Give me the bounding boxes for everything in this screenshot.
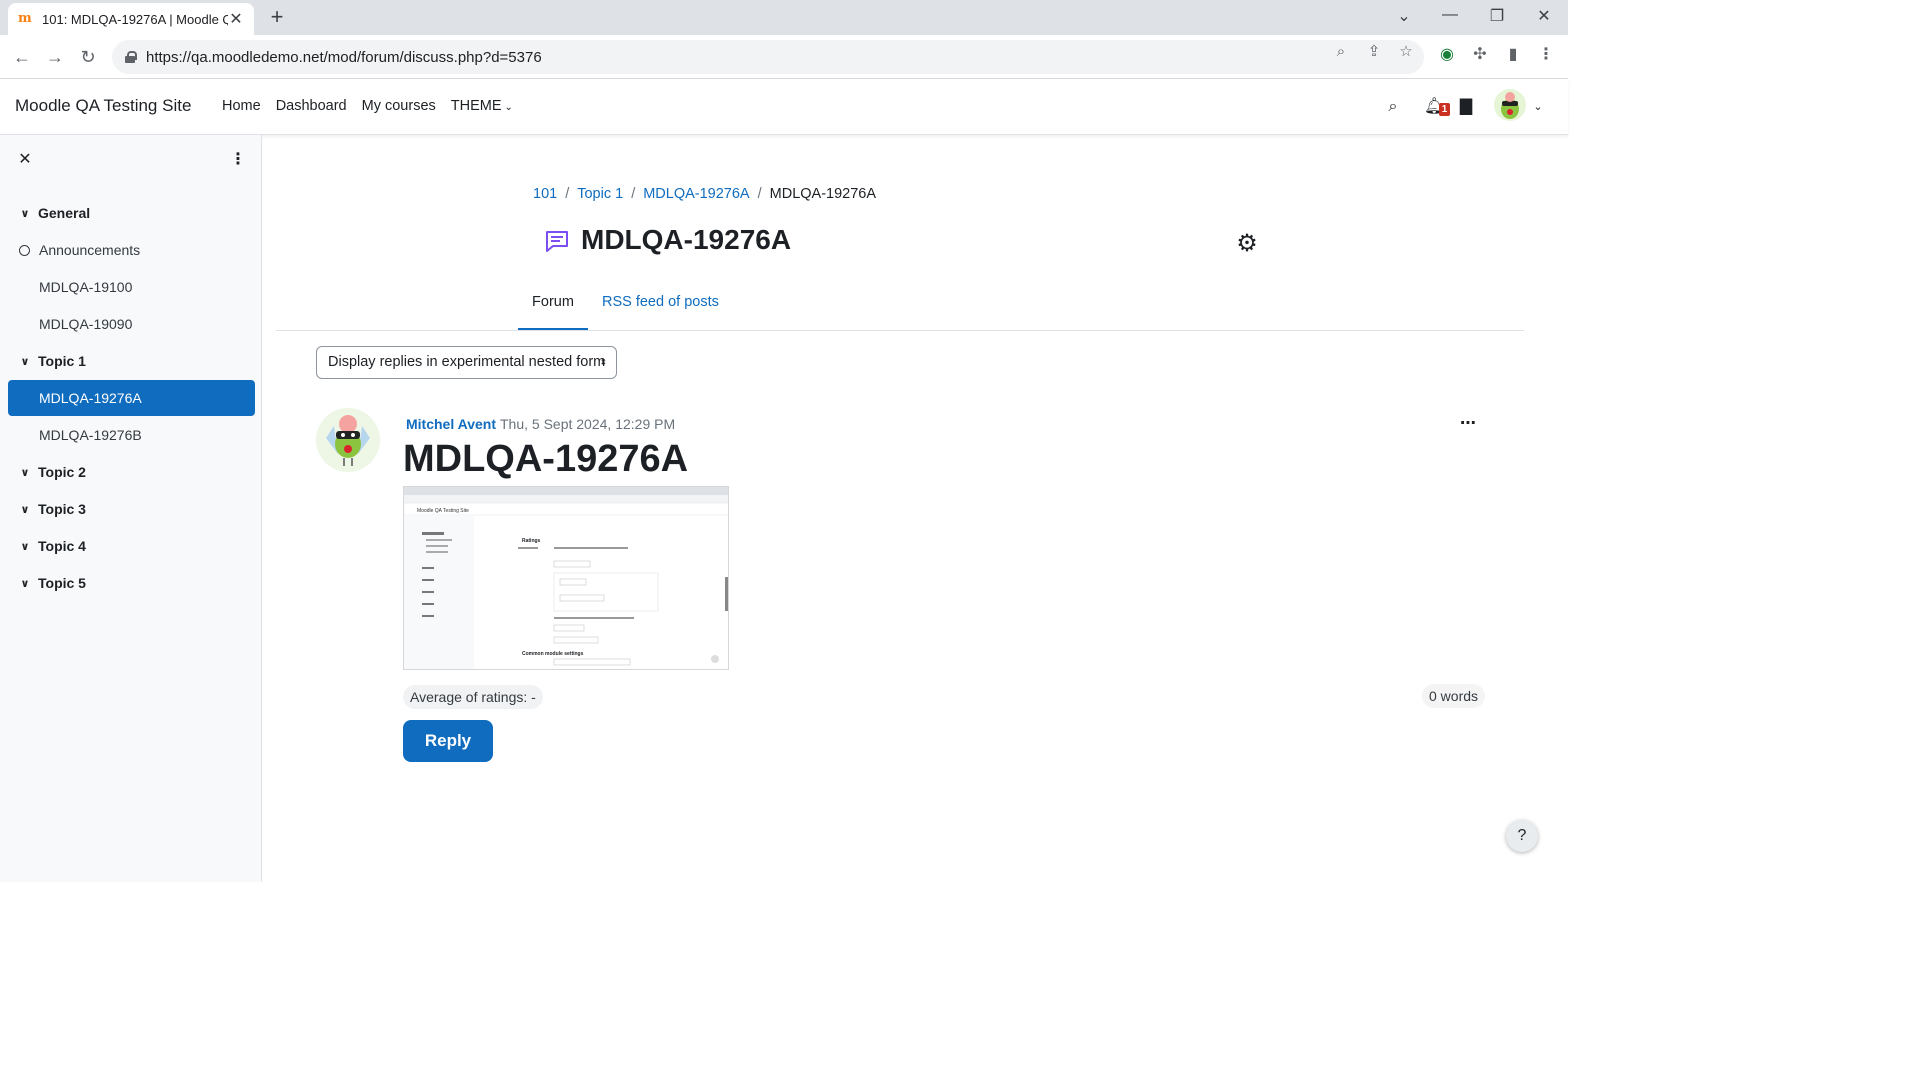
course-section-topic-3[interactable]: ∨ Topic 3 [8,491,255,527]
close-drawer-icon[interactable]: ✕ [17,152,33,168]
display-mode-select[interactable]: Display replies in experimental nested f… [316,346,617,379]
nav-theme-label: THEME [450,98,502,114]
post-author[interactable]: Mitchel Avent [406,416,496,432]
course-section-label: Topic 4 [38,538,86,554]
notification-badge: 1 [1439,103,1450,116]
address-bar[interactable]: https://qa.moodledemo.net/mod/forum/disc… [112,40,1424,74]
course-section-label: Topic 1 [38,353,86,369]
chevron-down-icon[interactable]: ∨ [17,577,33,590]
drawer-options-icon[interactable]: ⋮ [230,152,246,168]
course-item-label: Announcements [39,242,141,258]
select-arrows-icon: ⬍ [599,357,607,367]
moodle-favicon-icon: m [18,11,32,26]
tab-close-icon[interactable]: ✕ [228,9,244,29]
course-item-mdlqa-19276b[interactable]: MDLQA-19276B [8,417,255,453]
chevron-down-icon[interactable]: ∨ [17,466,33,479]
settings-gear-icon[interactable]: ⚙ [1234,231,1260,257]
minimize-window-icon[interactable]: — [1440,6,1460,24]
browser-menu-icon[interactable]: ⋮ [1536,45,1556,65]
extension-shield-icon[interactable]: ◉ [1437,45,1457,65]
nav-home[interactable]: Home [222,98,261,114]
nav-dashboard[interactable]: Dashboard [276,98,347,114]
rating-summary: Average of ratings: - [403,685,543,709]
course-item-mdlqa-19090[interactable]: MDLQA-19090 [8,306,255,342]
breadcrumb-separator: / [757,186,762,202]
breadcrumb-course[interactable]: 101 [533,186,557,202]
new-tab-button[interactable]: + [266,6,288,28]
course-section-topic-1[interactable]: ∨ Topic 1 [8,343,255,379]
screenshot-site-name: Moodle QA Testing Site [417,508,469,514]
course-section-label: Topic 3 [38,501,86,517]
url-text: https://qa.moodledemo.net/mod/forum/disc… [146,48,542,66]
course-section-topic-2[interactable]: ∨ Topic 2 [8,454,255,490]
chevron-down-icon[interactable]: ∨ [17,355,33,368]
tab-search-chevron-icon[interactable]: ⌄ [1394,6,1414,26]
share-icon[interactable]: ⇪ [1365,43,1383,61]
messages-icon[interactable]: ▇ [1456,97,1476,117]
reply-button[interactable]: Reply [403,720,493,762]
display-mode-value: Display replies in experimental nested f… [328,354,606,370]
help-button[interactable]: ? [1506,820,1538,852]
search-icon[interactable]: ⌕ [1383,97,1403,117]
breadcrumb: 101 / Topic 1 / MDLQA-19276A / MDLQA-192… [533,186,876,202]
user-avatar[interactable] [1494,89,1526,121]
course-item-announcements[interactable]: Announcements [8,232,255,268]
post-image-screenshot[interactable]: Moodle QA Testing Site Ratings Common mo… [403,486,729,670]
page-title: MDLQA-19276A [581,224,792,255]
screenshot-ratings-heading: Ratings [522,538,541,544]
secondary-nav-divider [276,330,1524,331]
word-count: 0 words [1422,684,1486,708]
bookmark-star-icon[interactable]: ☆ [1397,43,1415,61]
breadcrumb-separator: / [631,186,636,202]
course-item-label: MDLQA-19276B [39,427,142,443]
course-item-mdlqa-19276a[interactable]: MDLQA-19276A [8,380,255,416]
breadcrumb-current: MDLQA-19276A [769,186,877,202]
nav-my-courses[interactable]: My courses [362,98,436,114]
browser-tab-title: 101: MDLQA-19276A | Moodle QA [42,11,228,27]
user-menu-chevron-icon[interactable]: ⌄ [1528,97,1548,117]
close-window-icon[interactable]: ✕ [1534,6,1554,26]
course-item-label: MDLQA-19276A [39,390,142,406]
browser-tab[interactable]: m 101: MDLQA-19276A | Moodle QA ✕ [8,3,254,35]
post-actions-menu-icon[interactable]: ⋯ [1456,414,1480,434]
reload-icon[interactable]: ↻ [76,45,100,69]
nav-theme[interactable]: THEME ⌄ [451,98,513,114]
course-section-topic-4[interactable]: ∨ Topic 4 [8,528,255,564]
forum-icon [544,229,570,253]
zoom-icon[interactable]: ⌕ [1332,43,1350,61]
screenshot-common-settings-heading: Common module settings [522,651,584,657]
site-name[interactable]: Moodle QA Testing Site [15,96,191,116]
restore-window-icon[interactable]: ❐ [1487,6,1507,26]
forward-arrow-icon[interactable]: → [43,45,67,69]
completion-circle-icon [19,244,30,256]
course-item-label: MDLQA-19090 [39,316,133,332]
chevron-down-icon[interactable]: ∨ [17,540,33,553]
moodle-navbar: Moodle QA Testing Site Home Dashboard My… [0,79,1568,135]
chevron-down-icon: ⌄ [504,102,513,113]
course-section-label: Topic 5 [38,575,86,591]
primary-navigation: Home Dashboard My courses THEME ⌄ [222,98,513,114]
course-section-topic-5[interactable]: ∨ Topic 5 [8,565,255,601]
course-item-mdlqa-19100[interactable]: MDLQA-19100 [8,269,255,305]
course-item-label: MDLQA-19100 [39,279,133,295]
browser-toolbar: ← → ↻ https://qa.moodledemo.net/mod/foru… [0,35,1568,79]
post-subject: MDLQA-19276A [403,438,689,480]
chevron-down-icon[interactable]: ∨ [17,207,33,220]
post-date: Thu, 5 Sept 2024, 12:29 PM [500,416,676,432]
course-section-label: Topic 2 [38,464,86,480]
breadcrumb-forum[interactable]: MDLQA-19276A [643,186,749,202]
course-section-label: General [38,205,91,221]
course-section-general[interactable]: ∨ General [8,195,255,231]
side-panel-icon[interactable]: ▮ [1503,45,1523,65]
lock-icon [124,51,137,63]
tab-forum[interactable]: Forum [518,282,588,331]
author-avatar[interactable] [316,408,380,472]
breadcrumb-separator: / [565,186,570,202]
tab-rss-feed[interactable]: RSS feed of posts [602,282,719,331]
breadcrumb-topic[interactable]: Topic 1 [577,186,623,202]
back-arrow-icon[interactable]: ← [10,45,34,69]
chevron-down-icon[interactable]: ∨ [17,503,33,516]
browser-tab-strip: m 101: MDLQA-19276A | Moodle QA ✕ + ⌄ — … [0,0,1568,35]
extensions-puzzle-icon[interactable]: ✣ [1470,45,1490,65]
